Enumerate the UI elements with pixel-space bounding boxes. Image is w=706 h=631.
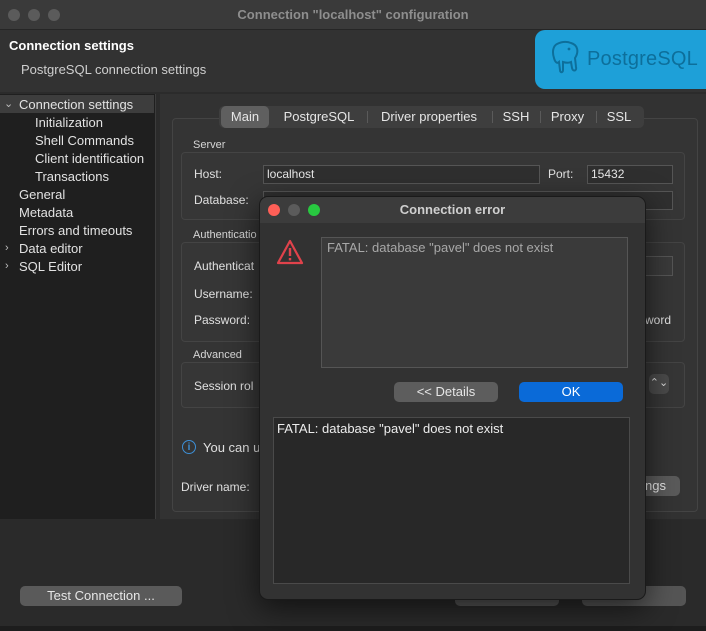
header-title: Connection settings: [9, 38, 134, 53]
elephant-icon: [552, 40, 579, 74]
sidebar-item-general[interactable]: General: [19, 187, 65, 202]
dialog-titlebar: Connection error: [260, 197, 645, 223]
tab-ssh[interactable]: SSH: [497, 106, 535, 128]
authentication-group-label: Authenticatio: [193, 229, 257, 241]
session-role-dropdown-icon[interactable]: ⌃⌄: [649, 374, 669, 394]
ok-button[interactable]: OK: [519, 382, 623, 402]
host-input[interactable]: localhost: [263, 165, 540, 184]
logo-text: PostgreSQL: [587, 48, 698, 70]
tab-driver-properties[interactable]: Driver properties: [372, 106, 486, 128]
host-label: Host:: [194, 167, 223, 181]
window-title: Connection "localhost" configuration: [237, 7, 469, 22]
tab-divider: [596, 111, 597, 123]
sidebar-item-transactions[interactable]: Transactions: [35, 169, 109, 184]
chevron-right-icon[interactable]: ›: [5, 260, 9, 272]
sidebar-item-sql-editor[interactable]: SQL Editor: [19, 259, 82, 274]
port-input[interactable]: 15432: [587, 165, 673, 184]
info-text: You can u: [203, 440, 261, 455]
error-message-box: FATAL: database "pavel" does not exist: [321, 237, 628, 368]
tab-postgresql[interactable]: PostgreSQL: [276, 106, 362, 128]
details-button[interactable]: << Details: [394, 382, 498, 402]
window-bottom-edge: [0, 626, 706, 631]
driver-name-label: Driver name:: [181, 480, 250, 494]
sidebar-item-client-identification[interactable]: Client identification: [35, 151, 144, 166]
session-role-label: Session rol: [194, 379, 254, 393]
tab-main[interactable]: Main: [221, 106, 269, 128]
username-label: Username:: [194, 287, 253, 301]
save-password-checkbox-label[interactable]: word: [645, 313, 671, 327]
tab-divider: [540, 111, 541, 123]
postgresql-logo: PostgreSQL: [535, 30, 706, 89]
connection-error-dialog: Connection error FATAL: database "pavel"…: [259, 196, 646, 600]
sidebar-item-initialization[interactable]: Initialization: [35, 115, 103, 130]
error-details-text[interactable]: FATAL: database "pavel" does not exist: [273, 417, 630, 584]
info-icon: i: [182, 440, 196, 454]
sidebar-item-shell-commands[interactable]: Shell Commands: [35, 133, 134, 148]
password-label: Password:: [194, 313, 251, 327]
test-connection-button[interactable]: Test Connection ...: [20, 586, 182, 606]
tab-divider: [367, 111, 368, 123]
tab-divider: [492, 111, 493, 123]
port-label: Port:: [548, 167, 574, 181]
sidebar-item-errors-and-timeouts[interactable]: Errors and timeouts: [19, 223, 132, 238]
chevron-down-icon[interactable]: ⌄: [4, 97, 13, 110]
tab-ssl[interactable]: SSL: [601, 106, 637, 128]
tab-proxy[interactable]: Proxy: [545, 106, 590, 128]
server-group-label: Server: [193, 139, 226, 151]
sidebar-item-data-editor[interactable]: Data editor: [19, 241, 83, 256]
advanced-group-label: Advanced: [193, 349, 242, 361]
header-subtitle: PostgreSQL connection settings: [21, 62, 207, 77]
sidebar-item-connection-settings[interactable]: Connection settings: [19, 97, 133, 112]
warning-icon: [276, 239, 304, 265]
dialog-title: Connection error: [399, 202, 506, 217]
sidebar-item-metadata[interactable]: Metadata: [19, 205, 73, 220]
chevron-right-icon[interactable]: ›: [5, 242, 9, 254]
database-label: Database:: [194, 193, 249, 207]
authentication-label: Authenticat: [194, 259, 255, 273]
